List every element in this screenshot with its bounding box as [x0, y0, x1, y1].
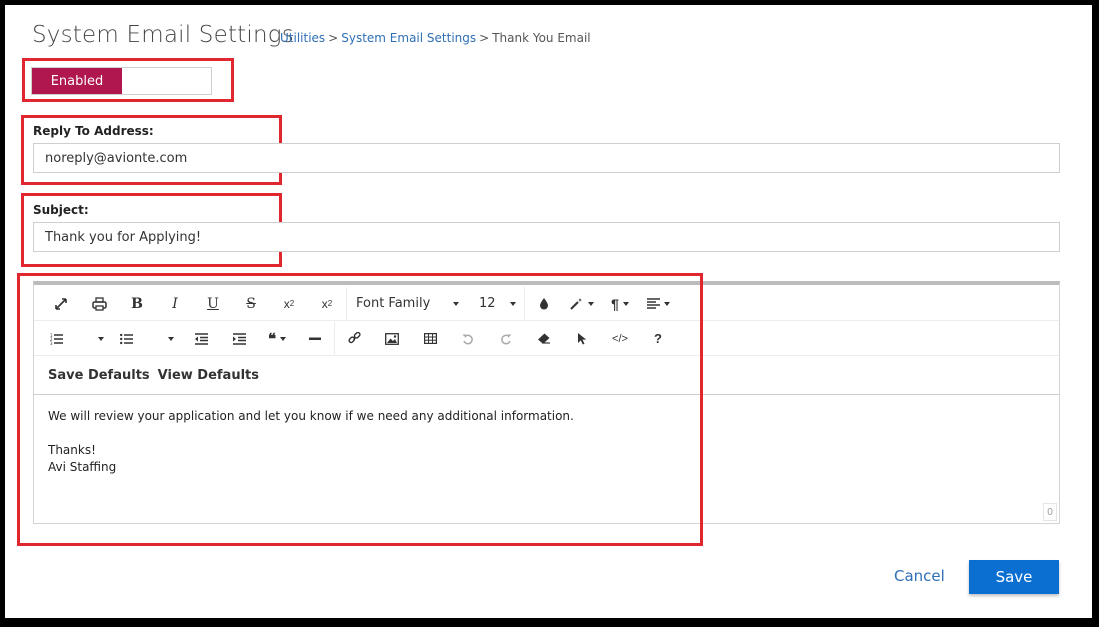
- reply-to-label: Reply To Address:: [33, 124, 154, 138]
- page: System Email Settings Utilities > System E…: [5, 5, 1092, 618]
- toggle-off-area: [122, 68, 211, 94]
- breadcrumb-separator: >: [479, 31, 490, 45]
- breadcrumb-system-email-settings[interactable]: System Email Settings: [341, 31, 476, 45]
- highlight-box-editor: [17, 273, 703, 546]
- toggle-on-label: Enabled: [32, 68, 122, 94]
- save-button[interactable]: Save: [969, 560, 1059, 594]
- subject-input[interactable]: Thank you for Applying!: [33, 222, 1060, 252]
- breadcrumb-utilities[interactable]: Utilities: [280, 31, 325, 45]
- reply-to-input[interactable]: noreply@avionte.com: [33, 143, 1060, 173]
- character-counter: 0: [1043, 503, 1057, 521]
- breadcrumb-current: Thank You Email: [492, 31, 591, 45]
- enabled-toggle[interactable]: Enabled: [31, 67, 212, 95]
- page-title: System Email Settings: [32, 22, 294, 48]
- breadcrumb-separator: >: [328, 31, 339, 45]
- cancel-button[interactable]: Cancel: [894, 567, 945, 585]
- subject-label: Subject:: [33, 203, 89, 217]
- breadcrumb: Utilities > System Email Settings > Thank Yo…: [280, 31, 591, 45]
